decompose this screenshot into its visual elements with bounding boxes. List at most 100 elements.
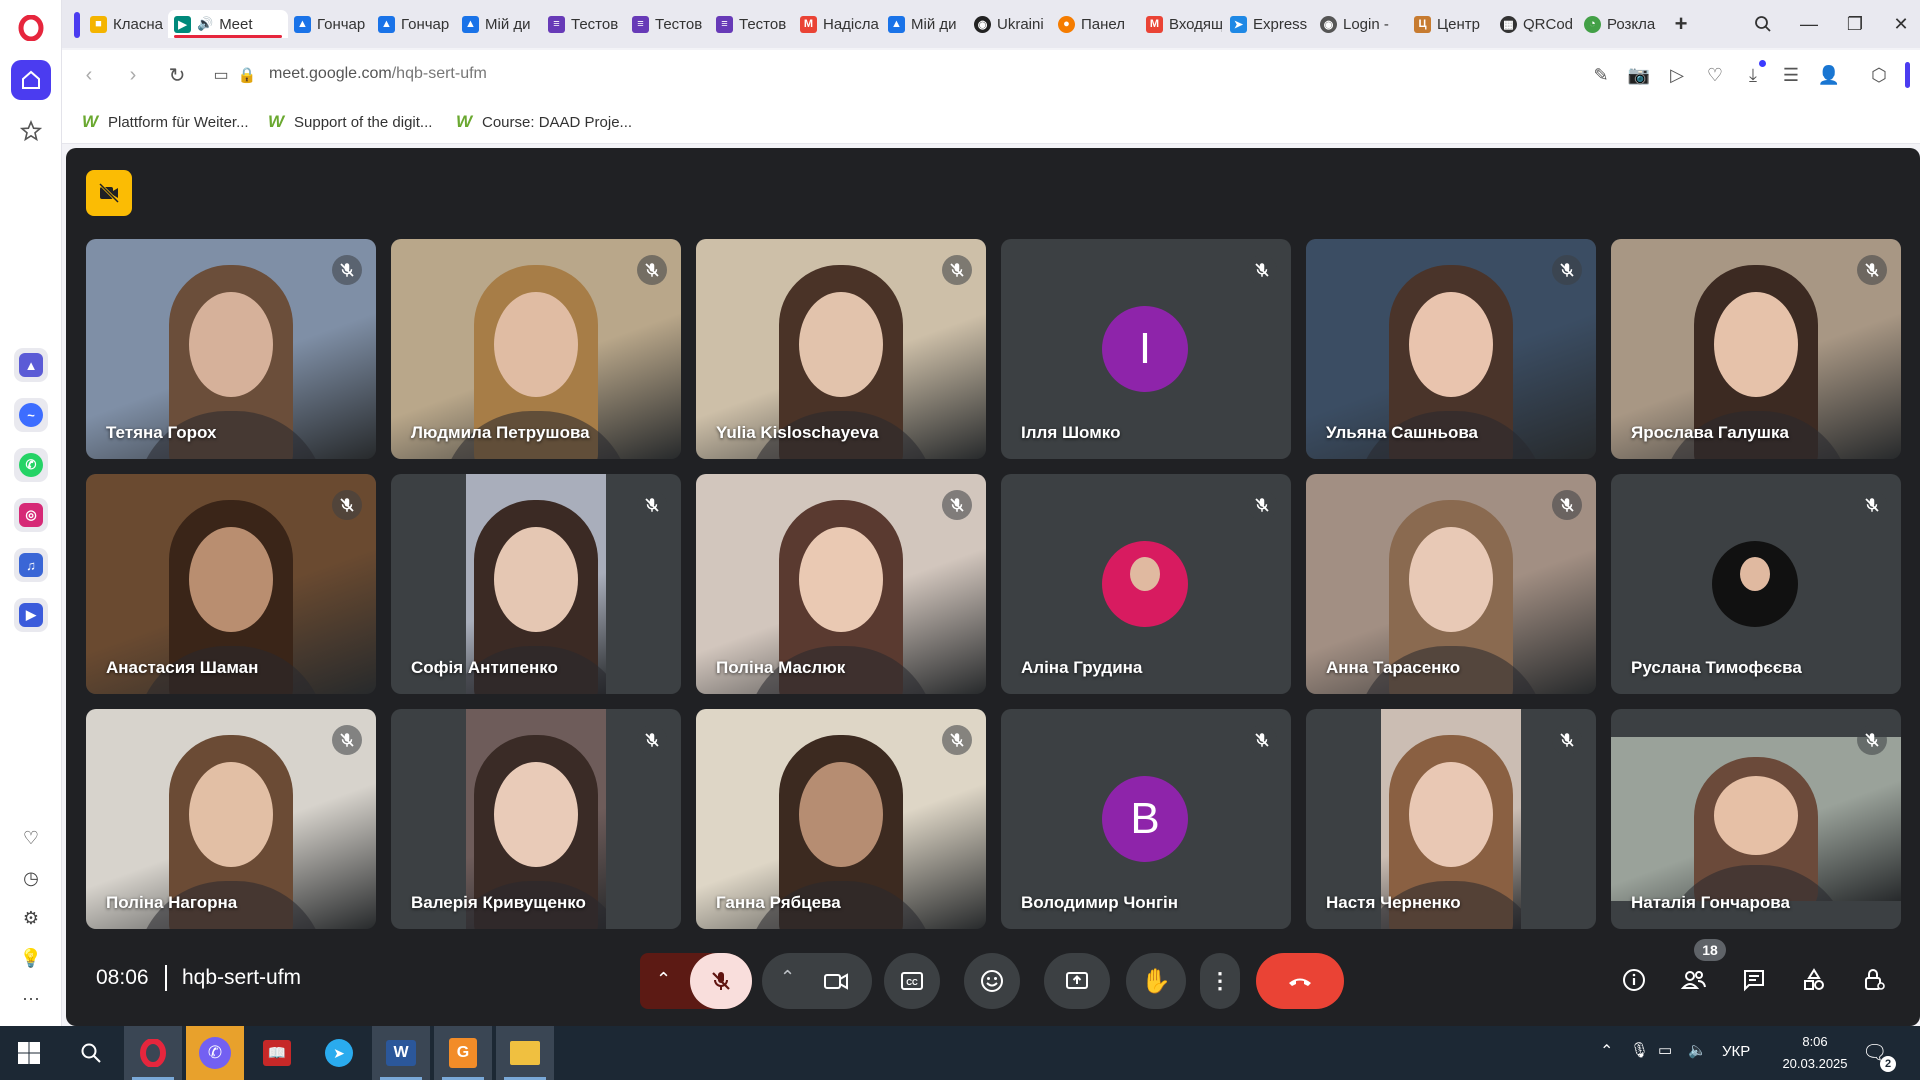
restore-icon[interactable]: ❐: [1842, 11, 1868, 37]
more-options-button[interactable]: ⋮: [1200, 953, 1240, 1009]
history-clock-icon[interactable]: ◷: [19, 866, 43, 890]
tray-battery-icon[interactable]: ▭: [1658, 1041, 1672, 1059]
present-button[interactable]: [1044, 953, 1110, 1009]
video-off-badge-icon[interactable]: [86, 170, 132, 216]
language-indicator[interactable]: УКР: [1722, 1043, 1750, 1060]
cast-icon[interactable]: ▭: [208, 62, 234, 88]
tab-7[interactable]: ≡ Тестов: [716, 10, 792, 38]
video-player-icon[interactable]: ▶: [14, 598, 48, 632]
participant-tile[interactable]: I Ілля Шомко: [1001, 239, 1291, 459]
tray-mic-icon[interactable]: 🎙: [1630, 1041, 1649, 1059]
participant-tile[interactable]: Софія Антипенко: [391, 474, 681, 694]
tab-8[interactable]: M Надісла: [800, 10, 880, 38]
raise-hand-button[interactable]: ✋: [1126, 953, 1186, 1009]
reload-icon[interactable]: ↻: [164, 62, 190, 88]
settings-gear-icon[interactable]: ⚙: [19, 906, 43, 930]
participant-tile[interactable]: Руслана Тимофєєва: [1611, 474, 1901, 694]
tab-17[interactable]: ◔ Розкла: [1584, 10, 1660, 38]
activities-button[interactable]: [1796, 962, 1832, 998]
audio-options-chevron-icon[interactable]: ⌃: [656, 969, 671, 990]
tab-9[interactable]: ▲ Мій ди: [888, 10, 964, 38]
more-dots-icon[interactable]: ···: [19, 986, 43, 1010]
player-icon[interactable]: ♫: [14, 548, 48, 582]
taskbar-reader-icon[interactable]: 📖: [248, 1026, 306, 1080]
participant-tile[interactable]: Людмила Петрушова: [391, 239, 681, 459]
captions-button[interactable]: CC: [884, 953, 940, 1009]
tab-2[interactable]: ▲ Гончар: [294, 10, 370, 38]
snapshot-camera-icon[interactable]: 📷: [1627, 63, 1651, 87]
edit-icon[interactable]: ✎: [1589, 63, 1613, 87]
taskbar-opera-icon[interactable]: [124, 1026, 182, 1080]
bookmark-1[interactable]: W Support of the digit...: [266, 112, 432, 132]
tab-5[interactable]: ≡ Тестов: [548, 10, 624, 38]
participant-tile[interactable]: Аліна Грудина: [1001, 474, 1291, 694]
favorites-heart-icon[interactable]: ♡: [19, 826, 43, 850]
home-icon[interactable]: [11, 60, 51, 100]
participant-tile[interactable]: Валерія Кривущенко: [391, 709, 681, 929]
opera-logo-icon[interactable]: [11, 8, 51, 48]
tab-4[interactable]: ▲ Мій ди: [462, 10, 538, 38]
bookmark-2[interactable]: W Course: DAAD Proje...: [454, 112, 632, 132]
back-icon[interactable]: ‹: [76, 62, 102, 88]
instagram-icon[interactable]: ◎: [14, 498, 48, 532]
minimize-icon[interactable]: —: [1796, 11, 1822, 37]
reactions-button[interactable]: [964, 953, 1020, 1009]
participant-tile[interactable]: Анастасия Шаман: [86, 474, 376, 694]
clock-date[interactable]: 20.03.2025: [1765, 1056, 1865, 1071]
tab-15[interactable]: Ц Центр: [1414, 10, 1490, 38]
send-icon[interactable]: ▷: [1665, 63, 1689, 87]
tray-volume-icon[interactable]: 🔈: [1688, 1041, 1707, 1059]
host-controls-button[interactable]: [1856, 962, 1892, 998]
participant-tile[interactable]: Yulia Kisloschayeva: [696, 239, 986, 459]
participant-tile[interactable]: Наталія Гончарова: [1611, 709, 1901, 929]
tab-13[interactable]: ➤ Express: [1230, 10, 1310, 38]
tab-16[interactable]: ▦ QRCod: [1500, 10, 1576, 38]
profile-icon[interactable]: 👤: [1817, 63, 1841, 87]
tab-search-icon[interactable]: [1750, 11, 1776, 37]
tab-14[interactable]: ◉ Login -: [1320, 10, 1396, 38]
mic-off-button[interactable]: [690, 953, 752, 1009]
windows-start-icon[interactable]: [0, 1026, 58, 1080]
tab-11[interactable]: ● Панел: [1058, 10, 1134, 38]
whatsapp-icon[interactable]: ✆: [14, 448, 48, 482]
sidebar-toggle[interactable]: [1905, 62, 1910, 88]
participant-tile[interactable]: Ярослава Галушка: [1611, 239, 1901, 459]
taskbar-pdf-icon[interactable]: G: [434, 1026, 492, 1080]
easy-setup-icon[interactable]: ☰: [1779, 63, 1803, 87]
participant-tile[interactable]: Поліна Нагорна: [86, 709, 376, 929]
taskbar-telegram-icon[interactable]: ➤: [310, 1026, 368, 1080]
bookmark-0[interactable]: W Plattform für Weiter...: [80, 112, 249, 132]
tab-1[interactable]: ▶ 🔊 Meet: [168, 10, 288, 38]
tips-bulb-icon[interactable]: 💡: [19, 946, 43, 970]
participant-tile[interactable]: Тетяна Горох: [86, 239, 376, 459]
url-field[interactable]: meet.google.com/hqb-sert-ufm: [269, 65, 487, 83]
tab-0[interactable]: ■ Класна: [90, 10, 164, 38]
chat-button[interactable]: [1736, 962, 1772, 998]
extensions-cube-icon[interactable]: ⬡: [1867, 63, 1891, 87]
aria-app-icon[interactable]: ▲: [14, 348, 48, 382]
meeting-details-button[interactable]: [1616, 962, 1652, 998]
participant-tile[interactable]: В Володимир Чонгін: [1001, 709, 1291, 929]
close-window-icon[interactable]: ✕: [1888, 11, 1914, 37]
leave-call-button[interactable]: [1256, 953, 1344, 1009]
taskbar-viber-icon[interactable]: ✆: [186, 1026, 244, 1080]
search-icon[interactable]: [62, 1026, 120, 1080]
new-tab-plus-icon[interactable]: +: [1668, 11, 1694, 37]
heart-icon[interactable]: ♡: [1703, 63, 1727, 87]
camera-button[interactable]: [822, 967, 850, 1000]
tab-10[interactable]: ◉ Ukraini: [974, 10, 1050, 38]
participant-tile[interactable]: Ганна Рябцева: [696, 709, 986, 929]
tab-6[interactable]: ≡ Тестов: [632, 10, 708, 38]
participant-tile[interactable]: Ульяна Сашньова: [1306, 239, 1596, 459]
tab-12[interactable]: M Входящ: [1146, 10, 1222, 38]
participant-tile[interactable]: Анна Тарасенко: [1306, 474, 1596, 694]
tab-audio-icon[interactable]: 🔊: [197, 16, 213, 32]
clock-time[interactable]: 8:06: [1785, 1034, 1845, 1049]
people-button[interactable]: [1676, 962, 1712, 998]
participant-tile[interactable]: Поліна Маслюк: [696, 474, 986, 694]
video-options-chevron-icon[interactable]: ⌃: [780, 967, 795, 988]
participant-tile[interactable]: Настя Черненко: [1306, 709, 1596, 929]
tray-expand-icon[interactable]: ⌃: [1600, 1041, 1613, 1061]
tab-3[interactable]: ▲ Гончар: [378, 10, 454, 38]
taskbar-word-icon[interactable]: W: [372, 1026, 430, 1080]
